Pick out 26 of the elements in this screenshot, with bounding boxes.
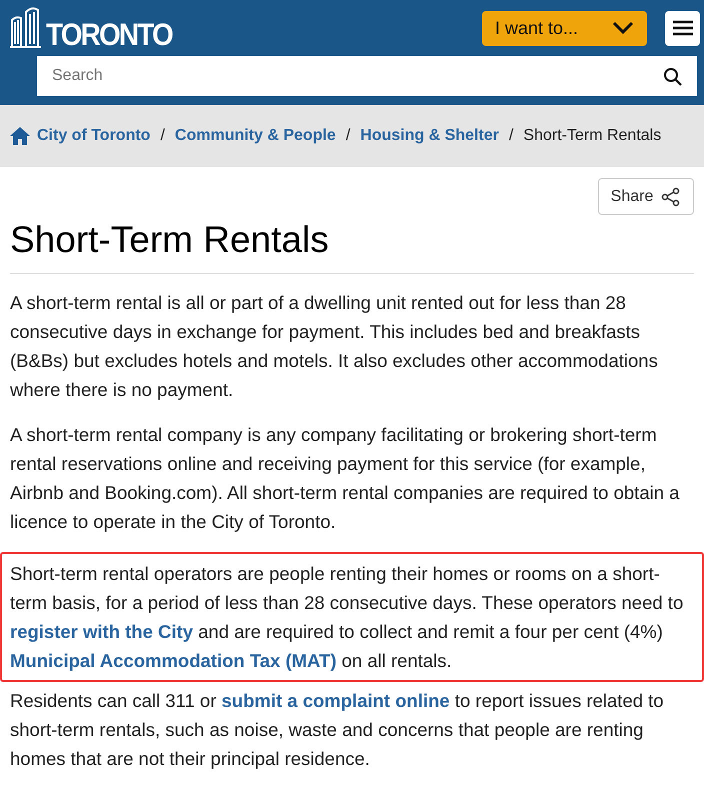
breadcrumb-separator: / bbox=[346, 126, 350, 146]
breadcrumb-current: Short-Term Rentals bbox=[523, 126, 662, 146]
search-field[interactable]: Search bbox=[37, 56, 697, 96]
text-link[interactable]: Municipal Accommodation Tax (MAT) bbox=[10, 650, 336, 671]
page-title: Short-Term Rentals bbox=[10, 217, 694, 274]
paragraph: Short-term rental operators are people renting their homes or rooms on a short-term basis, for a period of less than 28 consecutive days. These operators need to register with the City and are required to collect and remit a four per cent (4%) Municipal Accommodation Tax (MAT) on all rentals. bbox=[0, 552, 704, 682]
city-hall-icon bbox=[10, 6, 42, 48]
search-icon[interactable] bbox=[663, 67, 682, 86]
home-icon[interactable] bbox=[10, 127, 30, 145]
share-icon bbox=[661, 186, 682, 206]
chevron-down-icon bbox=[612, 21, 634, 35]
paragraph: Residents can call 311 or submit a complaint online to report issues related to short-term rentals, such as noise, waste and concerns that people are renting homes that are not their principal residence. bbox=[10, 689, 665, 771]
breadcrumb-separator: / bbox=[160, 126, 165, 146]
paragraph: A short-term rental is all or part of a dwelling unit rented out for less than 28 consecutive days in exchange for payment. This includes bed and breakfasts (B&Bs) but excludes hotels and motels. It also excludes other accommodations where there is no payment. bbox=[10, 291, 659, 402]
breadcrumb-link[interactable]: City of Toronto bbox=[37, 124, 150, 148]
share-button[interactable]: Share bbox=[598, 178, 694, 215]
i-want-to-button[interactable]: I want to... bbox=[482, 10, 647, 46]
breadcrumb-link[interactable]: Housing & Shelter bbox=[360, 124, 499, 148]
menu-icon bbox=[672, 20, 692, 36]
logo-text[interactable]: TORONTO bbox=[46, 19, 172, 50]
paragraph: A short-term rental company is any company facilitating or brokering short-term rental reservations online and receiving payment for this service (for example, Airbnb and Booking.com). All short-term rental companies are required to obtain a licence to operate in the City of Toronto. bbox=[10, 423, 680, 534]
text-link[interactable]: submit a complaint online bbox=[222, 690, 450, 711]
breadcrumb-link[interactable]: Community & People bbox=[174, 124, 336, 148]
breadcrumb-separator: / bbox=[508, 126, 514, 146]
menu-button[interactable] bbox=[665, 10, 700, 46]
text-link[interactable]: register with the City bbox=[10, 621, 193, 642]
